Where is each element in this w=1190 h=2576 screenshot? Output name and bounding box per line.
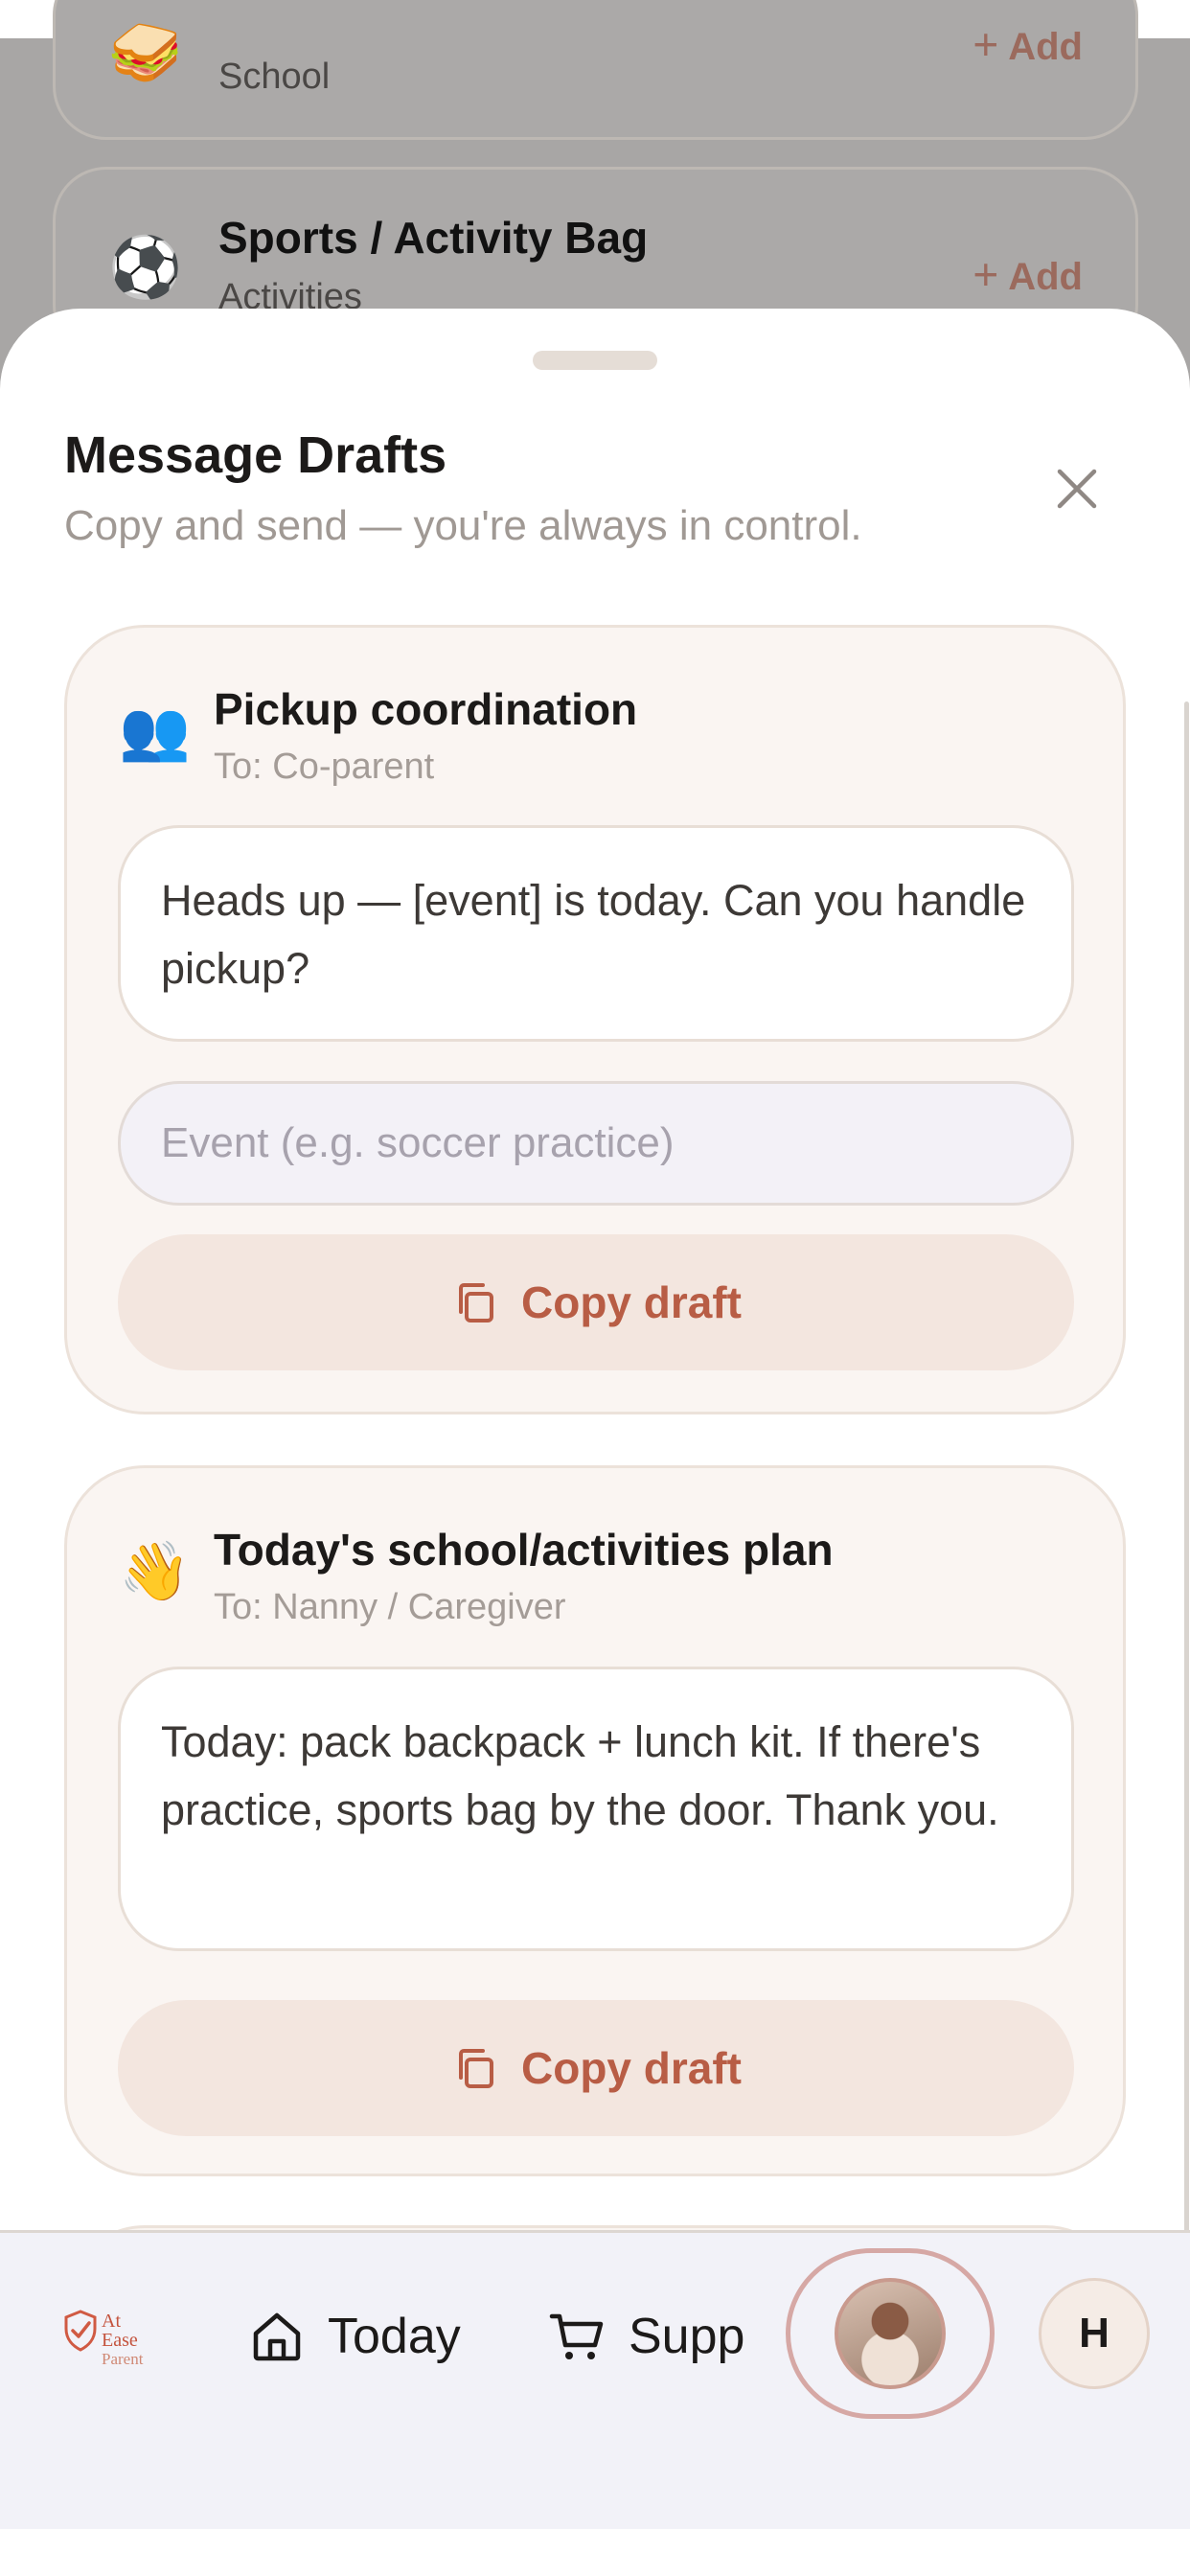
cart-icon [549,2313,604,2359]
draft-card-plan: 👋 Today's school/activities plan To: Nan… [64,1465,1126,2176]
nav-today[interactable]: Today [249,2298,461,2375]
copy-icon [459,2049,493,2088]
close-icon[interactable] [1052,464,1102,514]
home-icon [253,2312,301,2361]
list-item-subtitle: School [218,57,331,97]
people-icon: 👥 [119,699,191,763]
plus-icon: + [973,19,999,69]
plus-icon: + [973,249,999,299]
copy-draft-label: Copy draft [521,2043,742,2093]
app-logo[interactable]: At Ease Parent [63,2310,159,2368]
nav-supplies-label: Supp [629,2309,745,2364]
sheet-subtitle: Copy and send — you're always in control… [64,502,862,549]
add-button: + Add [973,249,1083,299]
shield-check-icon [64,2310,97,2352]
background-list-item: 🥪 School + Add [53,0,1138,140]
waving-hand-icon: 👋 [119,1539,191,1603]
logo-tagline: Parent [102,2350,144,2368]
draft-recipient: To: Nanny / Caregiver [214,1587,566,1627]
copy-icon [459,1283,493,1322]
drag-handle[interactable] [533,351,657,370]
home-indicator-area [0,2529,1190,2576]
draft-title: Today's school/activities plan [214,1525,834,1575]
profile-avatar[interactable]: H [1039,2278,1150,2389]
add-button: + Add [973,19,1083,69]
list-item-title: Sports / Activity Bag [218,213,649,263]
nav-supplies[interactable]: Supp [548,2298,744,2375]
draft-card-pickup: 👥 Pickup coordination To: Co-parent Head… [64,625,1126,1414]
logo-wordmark: At Ease [102,2311,138,2351]
draft-message: Today: pack backpack + lunch kit. If the… [118,1667,1074,1951]
sandwich-icon: 🥪 [108,20,183,86]
nav-today-label: Today [328,2309,461,2364]
soccer-ball-icon: ⚽ [108,235,183,301]
draft-message: Heads up — [event] is today. Can you han… [118,825,1074,1042]
scrollbar[interactable] [1184,702,1189,2264]
sheet-title: Message Drafts [64,426,447,484]
message-drafts-sheet: Message Drafts Copy and send — you're al… [0,309,1190,2300]
draft-title: Pickup coordination [214,684,638,734]
copy-draft-button[interactable]: Copy draft [118,1234,1074,1370]
assistant-avatar-photo [835,2278,946,2389]
event-input[interactable] [118,1081,1074,1206]
draft-recipient: To: Co-parent [214,747,435,787]
copy-draft-label: Copy draft [521,1277,742,1327]
bottom-navigation: At Ease Parent Today Supp H [0,2230,1190,2529]
copy-draft-button[interactable]: Copy draft [118,2000,1074,2136]
assistant-avatar-button[interactable] [786,2248,995,2419]
